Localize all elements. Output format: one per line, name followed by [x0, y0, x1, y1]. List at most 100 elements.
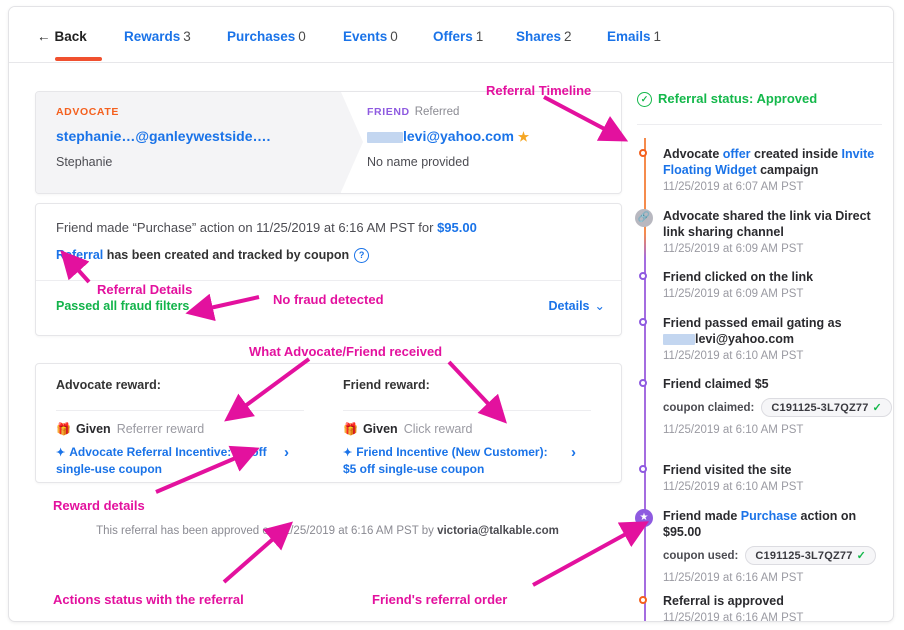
tab-rewards[interactable]: Rewards 3	[124, 29, 191, 44]
check-circle-icon: ✓	[637, 92, 652, 108]
question-mark-icon[interactable]: ?	[354, 248, 370, 264]
timeline-event-time: 11/25/2019 at 6:16 AM PST	[663, 572, 804, 584]
friend-incentive-link[interactable]: ✦ Friend Incentive (New Customer): $5 off…	[343, 444, 558, 477]
advocate-label: ADVOCATE	[56, 106, 119, 118]
gift-icon: 🎁	[56, 422, 71, 436]
coupon-code: C191125-3L7QZ77	[771, 402, 869, 414]
tab-purchases[interactable]: Purchases 0	[227, 29, 306, 44]
advocate-reward-state: Given	[75, 422, 111, 436]
tab-emails[interactable]: Emails 1	[607, 29, 661, 44]
fraud-status: Passed all fraud filters	[56, 299, 190, 313]
friend-name: No name provided	[367, 155, 470, 169]
link-icon: 🔗	[635, 209, 653, 227]
reward-divider	[56, 410, 304, 411]
friend-reward-state-row: 🎁 Given Click reward	[343, 422, 472, 436]
timeline-event-title: Friend visited the site	[663, 463, 792, 477]
check-icon: ✓	[856, 550, 866, 562]
referral-detail-page: ← Back Rewards 3 Purchases 0 Events 0 Offers…	[8, 6, 894, 622]
friend-reward-heading: Friend reward:	[343, 378, 430, 392]
advocate-name: Stephanie	[56, 155, 113, 169]
friend-reward-state: Given	[362, 422, 398, 436]
gift-icon: 🎁	[343, 422, 358, 436]
timeline-event-time: 11/25/2019 at 6:10 AM PST	[663, 424, 804, 436]
event-title-post: campaign	[756, 163, 819, 177]
friend-email[interactable]: levi@yahoo.com ★	[367, 128, 529, 144]
timeline-event-title: Advocate offer created inside Invite Flo…	[663, 146, 887, 178]
approval-approver: victoria@talkable.com	[437, 525, 559, 537]
tab-emails-count: 1	[653, 29, 662, 44]
diamond-bullet-icon: ✦	[56, 447, 66, 459]
advocate-email[interactable]: stephanie…@ganleywestside….	[56, 128, 270, 144]
rewards-card: Advocate reward: 🎁 Given Referrer reward ✦…	[35, 363, 622, 483]
advocate-panel-arrow	[341, 92, 363, 192]
purchase-card: Friend made “Purchase” action on 11/25/2…	[35, 203, 622, 336]
coupon-label: coupon used:	[663, 550, 739, 562]
advocate-email-text: stephanie…@ganleywestside….	[56, 128, 271, 144]
event-title-mid: created inside	[750, 147, 842, 161]
annotation-referral-details: Referral Details	[97, 282, 193, 297]
friend-block: FRIEND Referred levi@yahoo.com ★ No name p…	[367, 106, 529, 169]
annotation-actions-status: Actions status with the referral	[53, 592, 244, 607]
tab-offers-label: Offers	[433, 29, 473, 44]
timeline-event-body: Referral is approved 11/25/2019 at 6:16 …	[663, 593, 887, 622]
tab-shares[interactable]: Shares 2	[516, 29, 572, 44]
check-icon: ✓	[872, 402, 882, 414]
tab-back-label: Back	[54, 29, 87, 44]
timeline-event-time: 11/25/2019 at 6:10 AM PST	[663, 481, 804, 493]
tab-offers[interactable]: Offers 1	[433, 29, 483, 44]
timeline-event-title: Friend passed email gating as levi@yahoo.…	[663, 315, 887, 347]
timeline-event-title: Friend clicked on the link	[663, 270, 814, 284]
offer-link[interactable]: offer	[723, 147, 751, 161]
tab-purchases-count: 0	[298, 29, 306, 44]
timeline-event-body: Friend made Purchase action on $95.00 co…	[663, 508, 887, 584]
annotation-reward-details: Reward details	[53, 498, 145, 513]
details-label: Details	[548, 299, 590, 313]
coupon-claimed-row: coupon claimed: C191125-3L7QZ77 ✓	[663, 398, 892, 417]
advocate-reward-heading: Advocate reward:	[56, 378, 161, 392]
chevron-down-icon: ⌄	[594, 299, 605, 313]
purchase-summary-block: Friend made “Purchase” action on 11/25/2…	[56, 220, 605, 264]
tab-events-label: Events	[343, 29, 388, 44]
advocate-reward-column: Advocate reward: 🎁 Given Referrer reward ✦…	[56, 378, 306, 476]
star-icon: ★	[517, 130, 530, 144]
tab-shares-label: Shares	[516, 29, 562, 44]
timeline-event-time: 11/25/2019 at 6:16 AM PST	[663, 612, 804, 622]
timeline-marker-ring	[639, 379, 647, 387]
tab-events[interactable]: Events 0	[343, 29, 398, 44]
coupon-code-pill: C191125-3L7QZ77 ✓	[745, 546, 876, 565]
timeline-event-title: Referral is approved	[663, 594, 784, 608]
timeline-event-body: Advocate offer created inside Invite Flo…	[663, 146, 887, 193]
timeline-marker-ring	[639, 465, 647, 473]
tab-rewards-count: 3	[183, 29, 191, 44]
annotation-referral-timeline: Referral Timeline	[486, 83, 592, 98]
approval-note: This referral has been approved on 11/25…	[35, 525, 620, 537]
friend-incentive-text: Friend Incentive (New Customer): $5 off …	[343, 445, 548, 476]
timeline-event-time: 11/25/2019 at 6:07 AM PST	[663, 181, 804, 193]
back-arrow-icon: ←	[37, 29, 51, 44]
star-icon: ★	[635, 509, 653, 527]
tab-back[interactable]: ← Back	[37, 29, 87, 44]
timeline-event-time: 11/25/2019 at 6:09 AM PST	[663, 243, 804, 255]
timeline-event-body: Friend claimed $5 coupon claimed: C191125…	[663, 376, 892, 436]
timeline-event-time: 11/25/2019 at 6:10 AM PST	[663, 350, 804, 362]
timeline-event-title: Friend made Purchase action on $95.00	[663, 508, 887, 540]
details-toggle-button[interactable]: Details ⌄	[549, 298, 605, 313]
tab-offers-count: 1	[475, 29, 484, 44]
card-divider	[36, 280, 621, 281]
friend-label: FRIEND	[367, 106, 410, 118]
referral-status-label: Referral status: Approved	[658, 91, 818, 106]
coupon-label: coupon claimed:	[663, 402, 755, 414]
active-tab-indicator	[55, 57, 102, 61]
friend-reward-chevron-icon[interactable]: ›	[571, 444, 576, 461]
referral-link[interactable]: Referral	[56, 248, 103, 262]
timeline-event-title: Friend claimed $5	[663, 377, 769, 391]
referral-tracking-rest: has been created and tracked by coupon	[103, 248, 350, 262]
purchase-link[interactable]: Purchase	[741, 509, 797, 523]
advocate-incentive-link[interactable]: ✦ Advocate Referral Incentive: $5 off sin…	[56, 444, 271, 477]
redaction-block	[663, 334, 695, 346]
timeline-divider	[637, 124, 882, 126]
timeline-marker-ring	[639, 149, 647, 157]
friend-label-row: FRIEND Referred	[367, 106, 529, 118]
advocate-reward-chevron-icon[interactable]: ›	[284, 444, 289, 461]
coupon-code-pill: C191125-3L7QZ77 ✓	[761, 398, 892, 417]
